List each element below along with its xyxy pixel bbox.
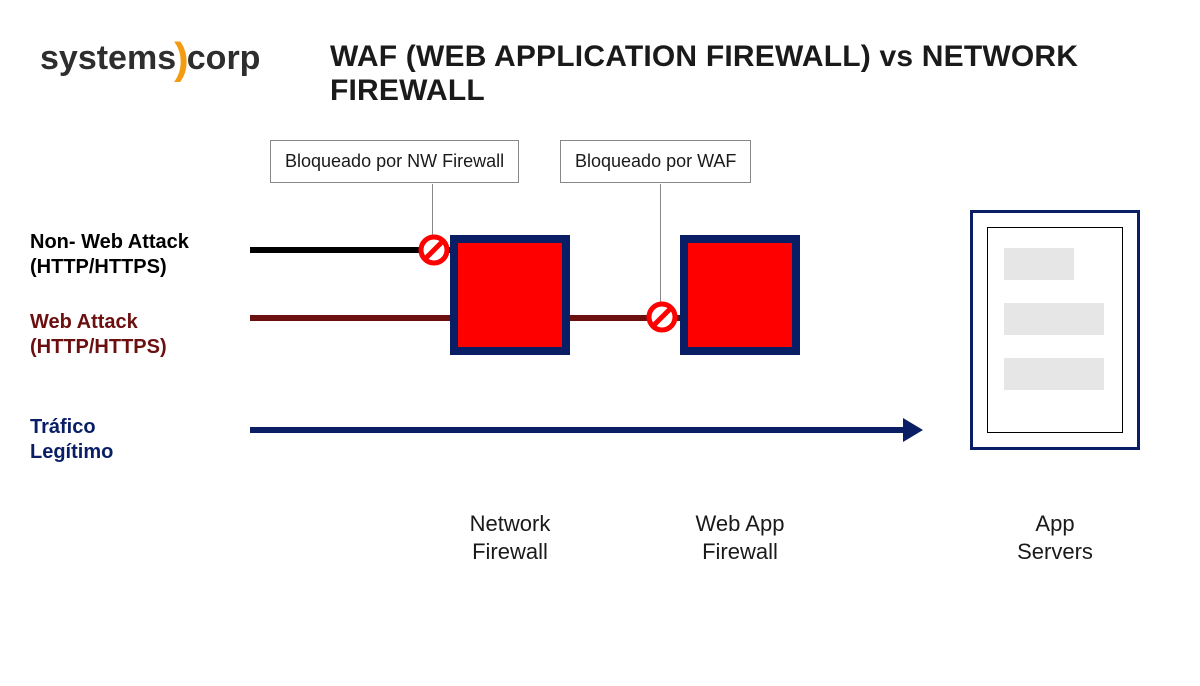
server-bar-3 — [1004, 358, 1104, 390]
label-nonweb-attack: Non- Web Attack (HTTP/HTTPS) — [30, 230, 189, 280]
flow-line-legit — [250, 427, 905, 433]
label-servers-line2: Servers — [1017, 539, 1093, 564]
label-app-servers: App Servers — [955, 510, 1155, 565]
logo-paren-icon: ) — [174, 34, 189, 83]
server-bar-1 — [1004, 248, 1074, 280]
blocked-icon-waf — [645, 300, 679, 334]
callout-nw-text: Bloqueado por NW Firewall — [285, 151, 504, 171]
label-legit-line1: Tráfico — [30, 416, 96, 438]
waf-box — [680, 235, 800, 355]
label-nonweb-line2: (HTTP/HTTPS) — [30, 256, 167, 278]
callout-waf-text: Bloqueado por WAF — [575, 151, 736, 171]
callout-waf: Bloqueado por WAF — [560, 140, 751, 183]
logo-text-left: systems — [40, 39, 176, 77]
label-nwfw-line2: Firewall — [472, 539, 548, 564]
label-nwfw-line1: Network — [470, 511, 551, 536]
app-server-inner — [987, 227, 1123, 433]
label-web-line1: Web Attack — [30, 311, 138, 333]
label-web-attack: Web Attack (HTTP/HTTPS) — [30, 310, 167, 360]
label-legit-line2: Legítimo — [30, 441, 113, 463]
label-waf: Web App Firewall — [640, 510, 840, 565]
brand-logo: systems)corp — [40, 30, 260, 80]
label-network-firewall: Network Firewall — [410, 510, 610, 565]
label-waf-line2: Firewall — [702, 539, 778, 564]
label-nonweb-line1: Non- Web Attack — [30, 231, 189, 253]
network-firewall-box — [450, 235, 570, 355]
app-server-graphic — [970, 210, 1140, 450]
page-title: WAF (WEB APPLICATION FIREWALL) vs NETWOR… — [330, 40, 1200, 108]
logo-text-right: corp — [187, 39, 261, 77]
callout-nw-firewall: Bloqueado por NW Firewall — [270, 140, 519, 183]
label-servers-line1: App — [1035, 511, 1074, 536]
callout-waf-connector — [660, 184, 661, 314]
diagram-stage: systems)corp WAF (WEB APPLICATION FIREWA… — [0, 0, 1200, 686]
label-legit-traffic: Tráfico Legítimo — [30, 415, 113, 465]
blocked-icon-nw — [417, 233, 451, 267]
label-web-line2: (HTTP/HTTPS) — [30, 336, 167, 358]
label-waf-line1: Web App — [696, 511, 785, 536]
server-bar-2 — [1004, 303, 1104, 335]
arrowhead-legit — [903, 418, 923, 442]
